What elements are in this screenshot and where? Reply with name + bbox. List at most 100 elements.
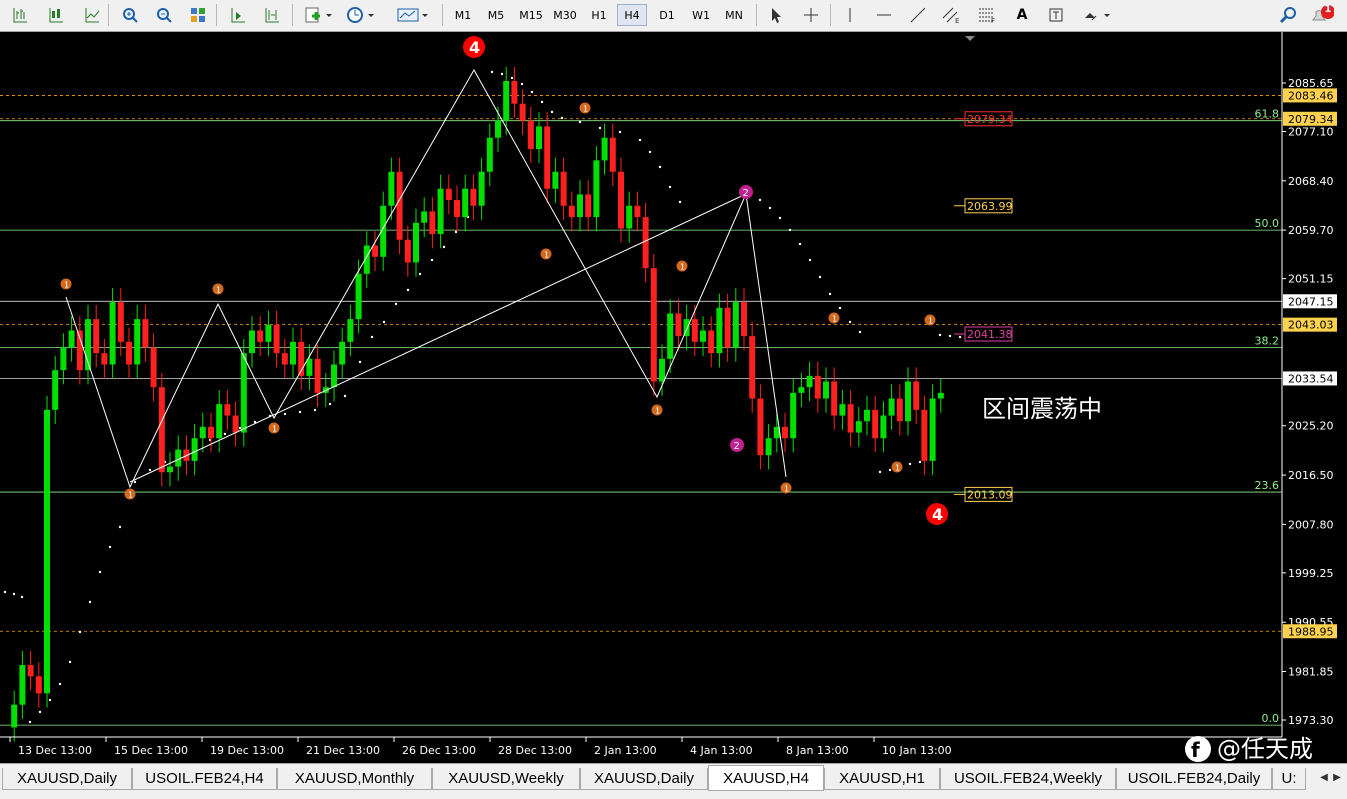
timeframe-w1[interactable]: W1 [686, 4, 716, 26]
sar-dot [768, 206, 772, 210]
sar-dot [430, 258, 434, 262]
tab-xauusd-weekly[interactable]: XAUUSD,Weekly [432, 768, 580, 790]
crosshair-icon[interactable] [799, 4, 823, 26]
sar-dot [406, 288, 410, 292]
zoom-out-icon[interactable] [152, 4, 176, 26]
tab-xauusd-h1[interactable]: XAUUSD,H1 [824, 768, 940, 790]
candle-body [388, 171, 395, 206]
line-chart-icon[interactable] [80, 4, 104, 26]
zoom-in-icon[interactable] [118, 4, 142, 26]
timeframe-h4[interactable]: H4 [617, 4, 647, 26]
sar-dot [638, 138, 642, 142]
auto-scroll-icon[interactable] [226, 4, 250, 26]
candle-body [536, 126, 542, 150]
tab-scroll-right-icon[interactable]: ▶ [1331, 770, 1343, 784]
candle-body [470, 188, 477, 206]
indicators-icon[interactable] [302, 4, 336, 26]
candle-body [577, 194, 583, 218]
timeframe-m1[interactable]: M1 [448, 4, 478, 26]
bar-chart-icon[interactable] [8, 4, 32, 26]
chart-shift-icon[interactable] [260, 4, 284, 26]
tab-xauusd-daily-2[interactable]: XAUUSD,Daily [580, 768, 708, 790]
candle-body [208, 426, 214, 439]
search-icon[interactable] [1276, 4, 1300, 26]
tab-xauusd-h4[interactable]: XAUUSD,H4 [708, 765, 824, 791]
candle-body [19, 665, 26, 705]
timeframe-h1[interactable]: H1 [584, 4, 614, 26]
candle-body [691, 319, 698, 342]
candle-body [642, 217, 649, 269]
timeframe-m15[interactable]: M15 [515, 4, 547, 26]
fibonacci-icon[interactable]: F [976, 4, 1000, 26]
sar-dot [838, 306, 842, 310]
date-tick-label: 28 Dec 13:00 [498, 744, 572, 757]
tab-usoil-h4[interactable]: USOIL.FEB24,H4 [132, 768, 277, 790]
periods-icon[interactable] [344, 4, 378, 26]
date-tick-label: 2 Jan 13:00 [594, 744, 657, 757]
candle-body [544, 126, 551, 189]
price-tick-label: 2051.15 [1288, 273, 1334, 286]
price-tag-label: 1988.95 [1288, 625, 1334, 638]
candle-body [437, 188, 444, 235]
candle-body [404, 239, 411, 263]
sar-dot [798, 242, 802, 246]
candle-body [27, 665, 34, 677]
candle-body [158, 387, 165, 473]
sar-dot [648, 150, 652, 154]
text-icon[interactable]: A [1010, 4, 1034, 26]
sar-dot [778, 216, 782, 220]
tab-xauusd-monthly[interactable]: XAUUSD,Monthly [277, 768, 432, 790]
sar-dot [358, 360, 362, 364]
wave-marker-label: 1 [655, 407, 660, 416]
price-tick-label: 2016.50 [1288, 469, 1334, 482]
candle-body [126, 341, 132, 365]
label-icon[interactable] [1044, 4, 1068, 26]
candle-body [257, 330, 264, 342]
candle-body [109, 302, 116, 365]
candle-body [216, 404, 223, 439]
equidistant-channel-icon[interactable]: E [940, 4, 964, 26]
timeframe-d1[interactable]: D1 [652, 4, 682, 26]
tab-usoil-partial[interactable]: U: [1272, 768, 1306, 790]
tab-xauusd-daily[interactable]: XAUUSD,Daily [2, 768, 132, 790]
sar-dot [550, 110, 554, 114]
candle-body [249, 330, 255, 354]
candle-body [462, 188, 469, 218]
svg-text:E: E [955, 17, 959, 24]
watermark-text: @任天成 [1217, 735, 1313, 762]
arrows-icon[interactable] [1080, 4, 1114, 26]
cursor-icon[interactable] [764, 4, 788, 26]
fib-label: 38.2 [1255, 334, 1280, 347]
boxed-label-text: 2079.34 [967, 113, 1013, 126]
candle-body [708, 330, 715, 354]
tab-usoil-weekly[interactable]: USOIL.FEB24,Weekly [940, 768, 1116, 790]
wave-marker-label: 1 [680, 263, 685, 272]
templates-icon[interactable] [394, 4, 432, 26]
timeframe-mn[interactable]: MN [719, 4, 749, 26]
candle-body [798, 387, 805, 393]
svg-text:F: F [991, 17, 995, 24]
candle-body [790, 392, 797, 439]
tile-windows-icon[interactable] [186, 4, 210, 26]
timeframe-m5[interactable]: M5 [481, 4, 511, 26]
candle-body [831, 381, 838, 416]
date-tick-label: 4 Jan 13:00 [690, 744, 753, 757]
vertical-line-icon[interactable] [838, 4, 862, 26]
sar-dot [938, 333, 942, 337]
candle-body [60, 347, 67, 371]
candle-body [814, 375, 821, 399]
candle-body [191, 438, 198, 461]
price-chart[interactable]: 61.850.038.223.60.0 1111111111114422 207… [0, 32, 1347, 762]
tab-usoil-daily[interactable]: USOIL.FEB24,Daily [1116, 768, 1272, 790]
candle-body [232, 415, 239, 433]
sar-dot [48, 698, 52, 702]
tab-scroll-left-icon[interactable]: ◀ [1318, 770, 1330, 784]
horizontal-line-icon[interactable] [872, 4, 896, 26]
fib-label: 23.6 [1255, 479, 1280, 492]
watermark: f @任天成 [1185, 735, 1313, 762]
candle-body [281, 353, 288, 365]
candle-body [68, 330, 75, 348]
trendline-icon[interactable] [906, 4, 930, 26]
timeframe-m30[interactable]: M30 [549, 4, 581, 26]
candlestick-icon[interactable] [44, 4, 68, 26]
